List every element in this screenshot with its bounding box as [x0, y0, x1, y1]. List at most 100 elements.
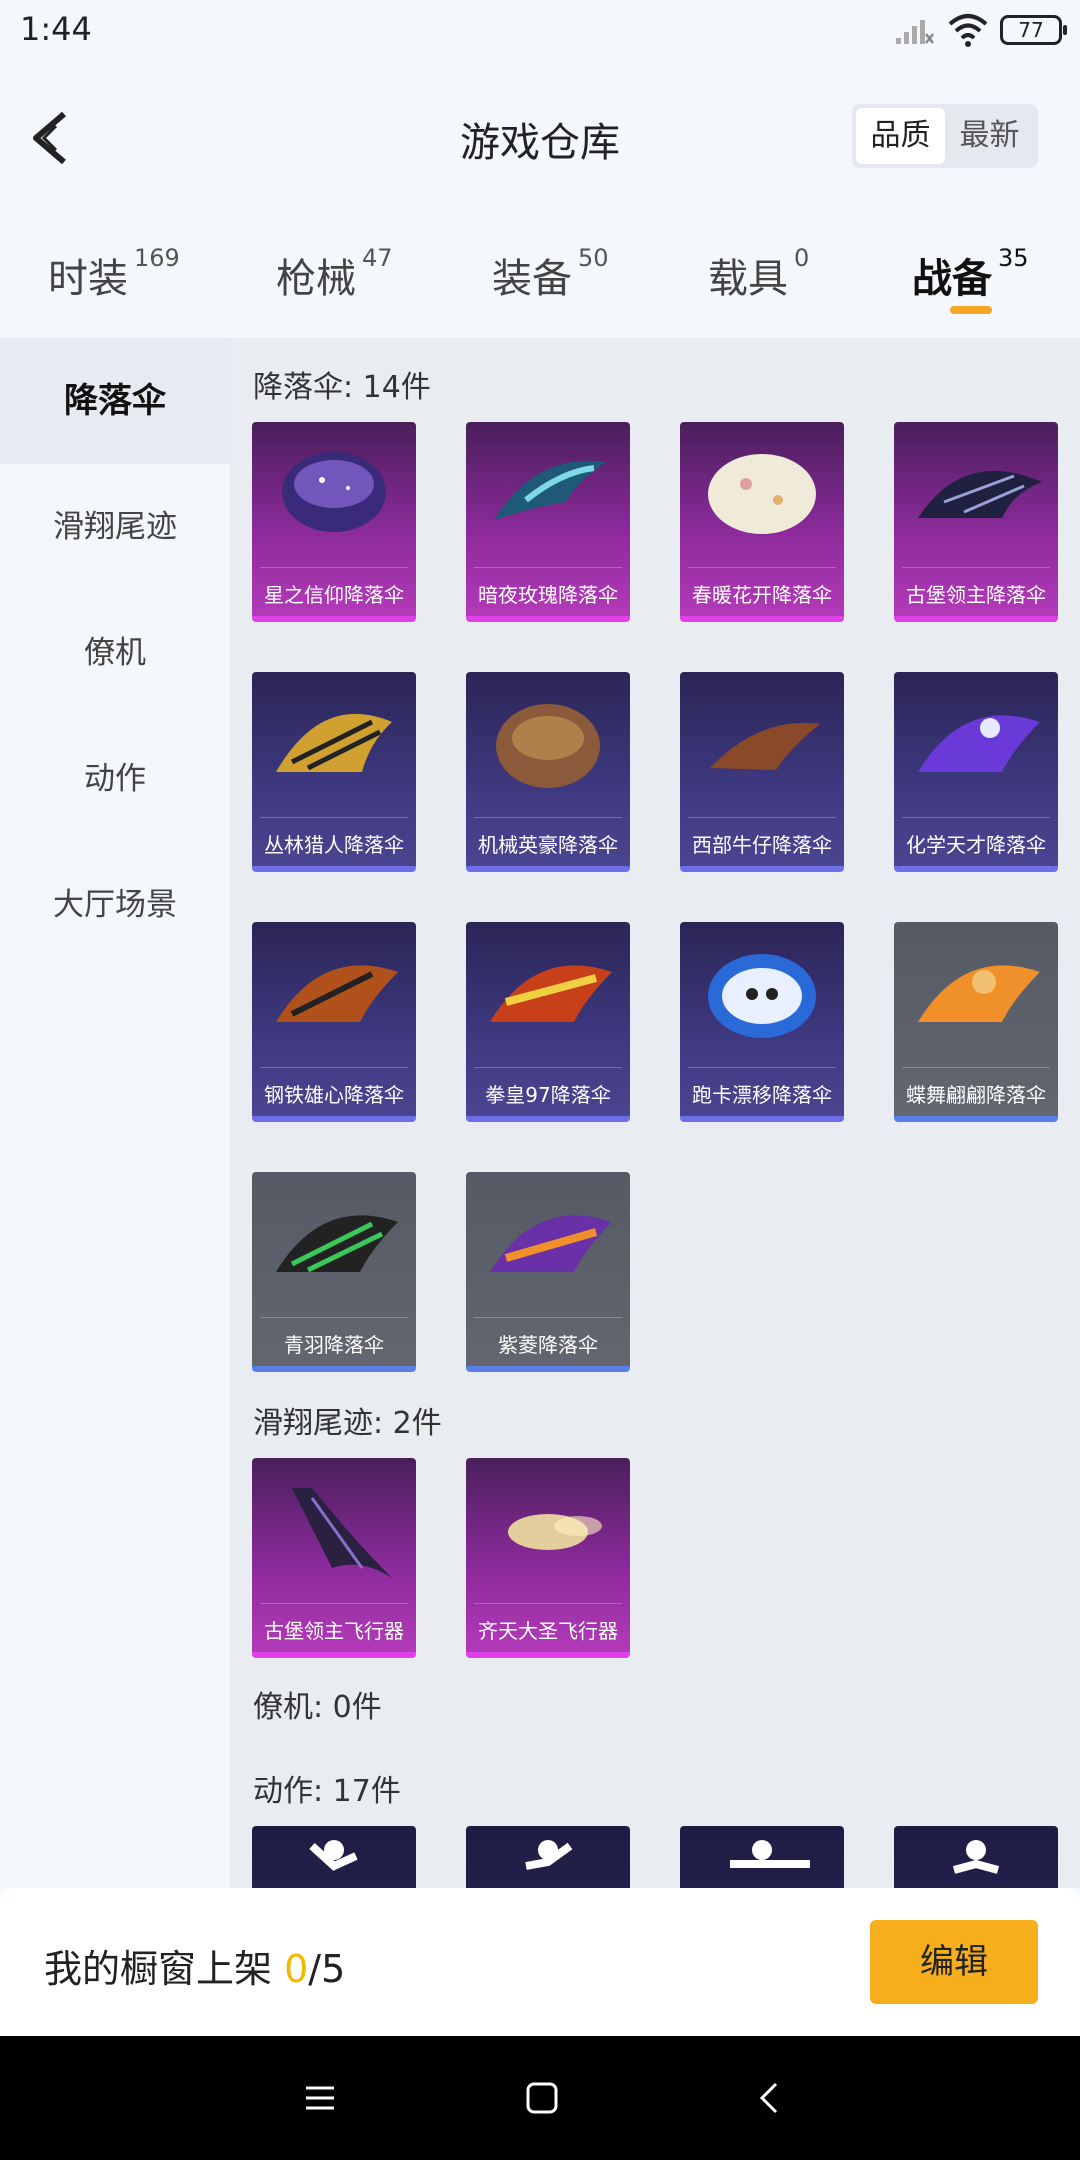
item-card[interactable]: 青羽降落伞 — [252, 1172, 416, 1372]
parachute-image — [276, 713, 392, 772]
item-card[interactable]: 蝶舞翩翩降落伞 — [894, 922, 1058, 1122]
item-name: 丛林猎人降落伞 — [264, 833, 404, 857]
tab-label: 时装 — [48, 256, 128, 302]
tab-gear[interactable]: 战备 35 — [912, 244, 1029, 304]
item-card[interactable]: 古堡领主降落伞 — [894, 422, 1058, 622]
item-name: 拳皇97降落伞 — [485, 1083, 611, 1107]
item-card[interactable]: 机械英豪降落伞 — [466, 672, 630, 872]
tab-count: 169 — [134, 244, 180, 272]
tab-count: 50 — [578, 244, 609, 272]
battery-icon: 77 — [1000, 15, 1067, 45]
tab-equipment[interactable]: 装备 50 — [492, 244, 609, 304]
item-name: 机械英豪降落伞 — [478, 833, 618, 857]
item-card[interactable] — [894, 1826, 1058, 1888]
emote-image — [730, 1840, 810, 1868]
item-card[interactable]: 古堡领主飞行器 — [252, 1458, 416, 1658]
section-title-wingman: 僚机: 0件 — [253, 1690, 382, 1725]
signal-icon — [896, 20, 934, 44]
glider-image — [508, 1514, 602, 1550]
sidebar: 降落伞 滑翔尾迹 僚机 动作 大厅场景 — [0, 338, 230, 1888]
item-card[interactable]: 丛林猎人降落伞 — [252, 672, 416, 872]
back-icon[interactable] — [750, 2078, 790, 2118]
section-title-parachute: 降落伞: 14件 — [253, 370, 431, 405]
sidebar-item-parachute[interactable]: 降落伞 — [0, 338, 230, 464]
tab-count: 35 — [998, 244, 1029, 272]
item-name: 西部牛仔降落伞 — [692, 833, 832, 857]
sort-quality-button[interactable]: 品质 — [856, 108, 945, 164]
tab-label: 载具 — [708, 256, 788, 302]
sidebar-item-lobby-scene[interactable]: 大厅场景 — [0, 842, 230, 968]
sort-newest-button[interactable]: 最新 — [945, 108, 1034, 164]
showcase-bar: 我的橱窗上架 0/5 编辑 — [0, 1888, 1080, 2036]
parachute-image — [282, 452, 386, 532]
parachute-image — [708, 954, 816, 1038]
item-name: 齐天大圣飞行器 — [478, 1619, 618, 1643]
parachute-image — [918, 965, 1040, 1022]
showcase-status: 我的橱窗上架 0/5 — [44, 1938, 345, 1993]
item-card[interactable]: 钢铁雄心降落伞 — [252, 922, 416, 1122]
item-card[interactable]: 暗夜玫瑰降落伞 — [466, 422, 630, 622]
parachute-image — [490, 1215, 612, 1272]
header: 游戏仓库 品质 最新 — [0, 62, 1080, 212]
section-title-trail: 滑翔尾迹: 2件 — [253, 1406, 442, 1441]
tab-guns[interactable]: 枪械 47 — [276, 244, 393, 304]
glider-image — [292, 1488, 392, 1578]
item-grid: 降落伞: 14件 星之信仰降落伞 暗夜玫瑰降落伞 春暖花开降落伞 古堡领主降落伞… — [230, 338, 1080, 1888]
item-name: 古堡领主飞行器 — [264, 1619, 404, 1643]
menu-icon[interactable] — [300, 2078, 340, 2118]
emote-image — [952, 1840, 1000, 1874]
item-name: 青羽降落伞 — [284, 1333, 384, 1357]
item-card[interactable] — [680, 1826, 844, 1888]
status-bar: 1:44 77 — [0, 0, 1080, 62]
edit-button[interactable]: 编辑 — [870, 1920, 1038, 2004]
parachute-image — [918, 470, 1042, 518]
item-card[interactable]: 跑卡漂移降落伞 — [680, 922, 844, 1122]
sidebar-item-trail[interactable]: 滑翔尾迹 — [0, 464, 230, 590]
tab-vehicles[interactable]: 载具 0 — [708, 244, 810, 304]
home-icon[interactable] — [522, 2078, 562, 2118]
item-card[interactable] — [466, 1826, 630, 1888]
showcase-total-count: /5 — [308, 1947, 346, 1991]
item-card[interactable]: 齐天大圣飞行器 — [466, 1458, 630, 1658]
sidebar-item-wingman[interactable]: 僚机 — [0, 590, 230, 716]
item-name: 跑卡漂移降落伞 — [692, 1083, 832, 1107]
section-title-emote: 动作: 17件 — [253, 1774, 401, 1809]
item-name: 紫菱降落伞 — [498, 1333, 598, 1357]
wifi-icon — [948, 14, 988, 47]
item-card[interactable]: 春暖花开降落伞 — [680, 422, 844, 622]
item-card[interactable]: 西部牛仔降落伞 — [680, 672, 844, 872]
item-card[interactable]: 紫菱降落伞 — [466, 1172, 630, 1372]
tab-label: 枪械 — [276, 256, 356, 302]
parachute-image — [490, 965, 612, 1022]
parachute-image — [918, 715, 1040, 772]
category-tabs: 时装 169 枪械 47 装备 50 载具 0 战备 35 — [0, 212, 1080, 338]
tab-label: 战备 — [912, 256, 992, 302]
item-name: 春暖花开降落伞 — [692, 583, 832, 607]
tab-label: 装备 — [492, 256, 572, 302]
item-name: 钢铁雄心降落伞 — [264, 1083, 404, 1107]
parachute-image — [276, 1215, 398, 1273]
item-name: 蝶舞翩翩降落伞 — [906, 1083, 1046, 1107]
system-nav-bar — [0, 2036, 1080, 2160]
item-name: 化学天才降落伞 — [906, 833, 1046, 857]
parachute-image — [710, 722, 820, 770]
sidebar-item-emote[interactable]: 动作 — [0, 716, 230, 842]
showcase-label-text: 我的橱窗上架 — [44, 1947, 285, 1991]
sort-toggle: 品质 最新 — [852, 104, 1038, 168]
item-name: 暗夜玫瑰降落伞 — [478, 583, 618, 607]
item-card[interactable]: 化学天才降落伞 — [894, 672, 1058, 872]
tab-count: 0 — [794, 244, 810, 272]
showcase-current-count: 0 — [284, 1947, 309, 1991]
emote-image — [309, 1840, 358, 1871]
parachute-image — [494, 460, 606, 520]
parachute-image — [496, 704, 600, 788]
parachute-image — [276, 965, 398, 1022]
item-card[interactable]: 拳皇97降落伞 — [466, 922, 630, 1122]
item-name: 星之信仰降落伞 — [264, 583, 404, 607]
emote-image — [525, 1840, 573, 1870]
tab-fashion[interactable]: 时装 169 — [48, 244, 180, 304]
item-card[interactable]: 星之信仰降落伞 — [252, 422, 416, 622]
parachute-image — [708, 454, 816, 534]
active-tab-indicator — [950, 306, 992, 314]
item-card[interactable] — [252, 1826, 416, 1888]
